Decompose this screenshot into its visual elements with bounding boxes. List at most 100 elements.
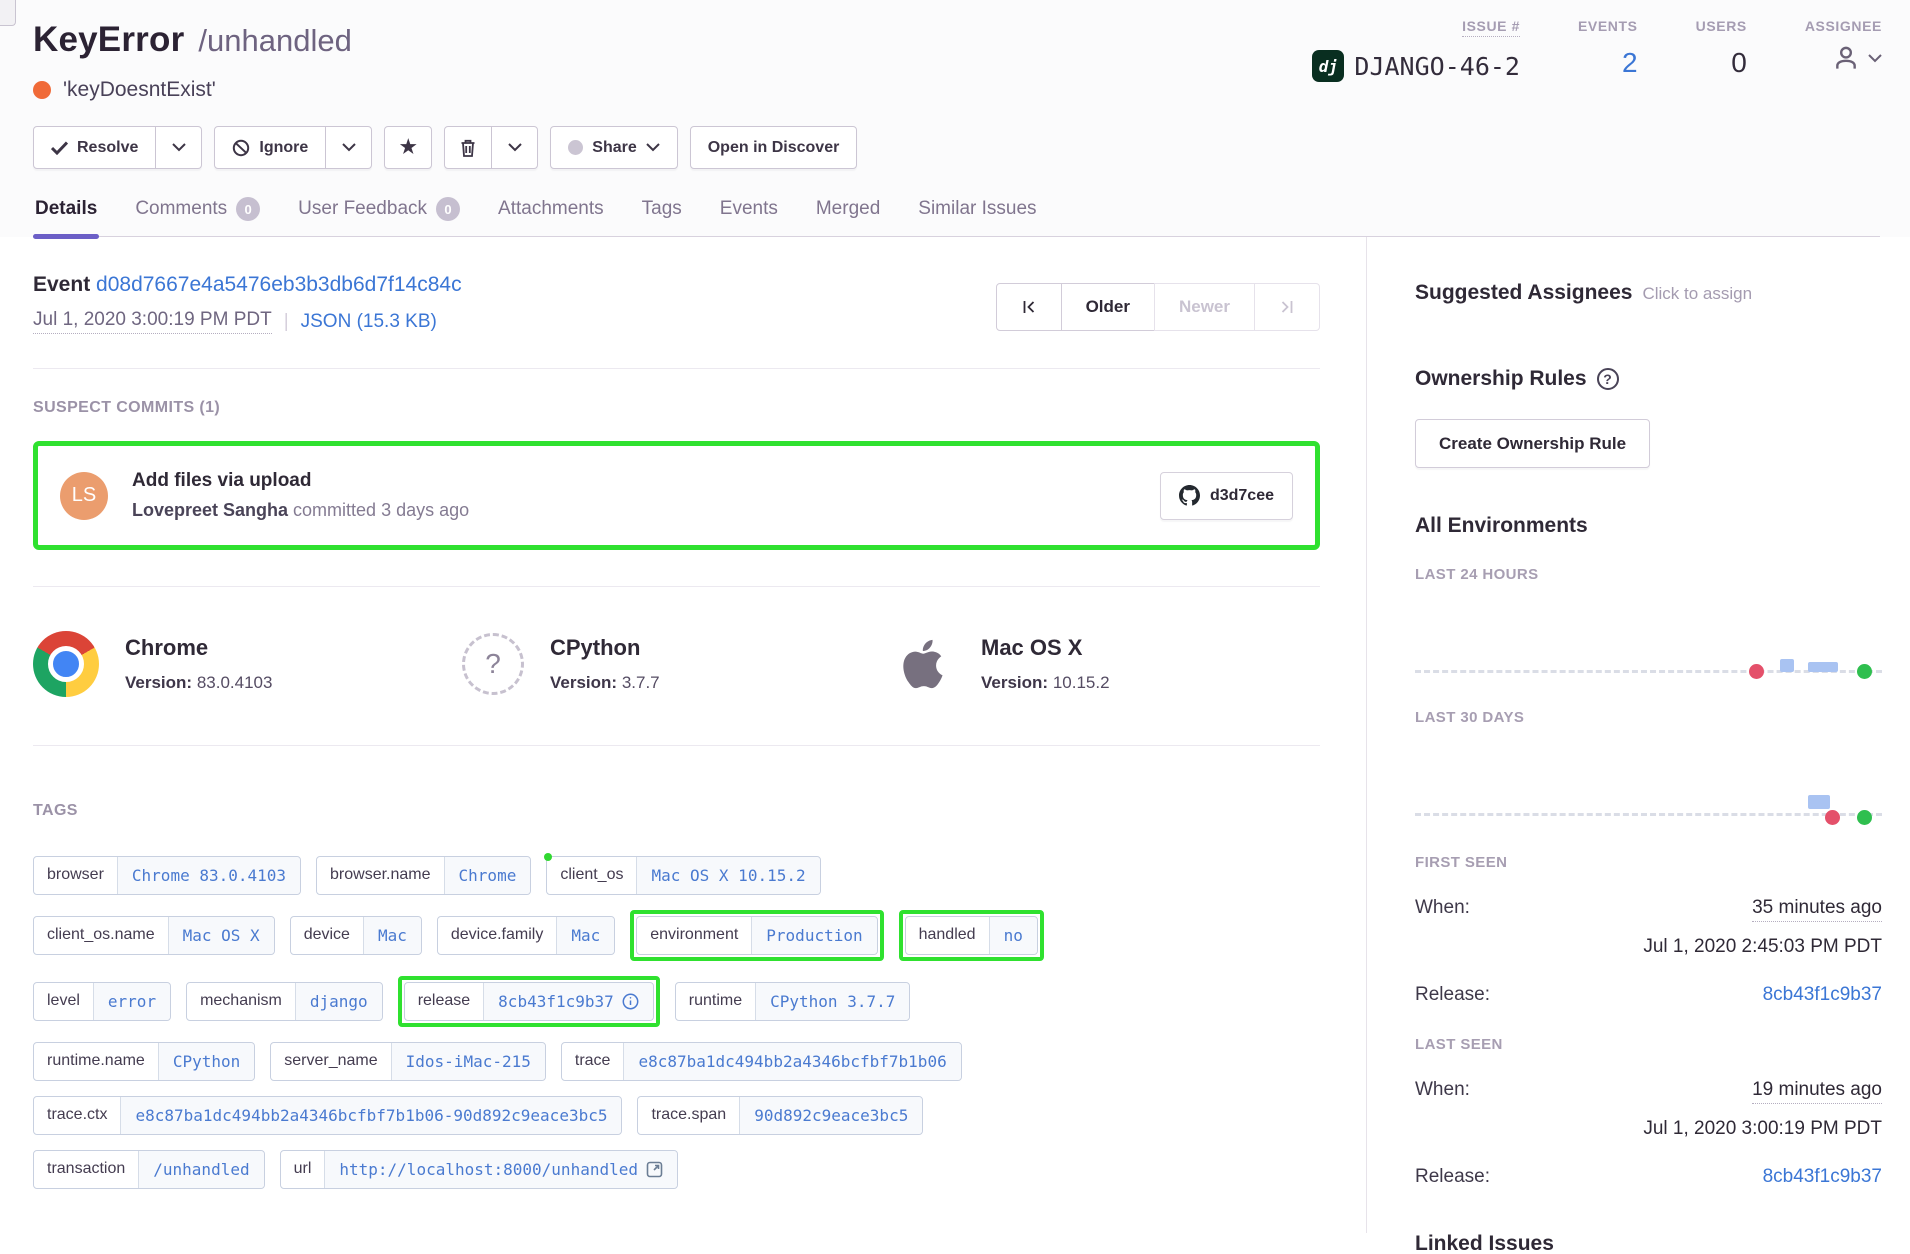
tag-trace-ctx[interactable]: trace.ctxe8c87ba1dc494bb2a4346bcfbf7b1b0… (33, 1096, 622, 1135)
tag-client-os[interactable]: client_osMac OS X 10.15.2 (546, 856, 820, 895)
event-bar (1808, 795, 1830, 809)
context-version: Version: 3.7.7 (550, 673, 660, 693)
stat-events: EVENTS 2 (1578, 18, 1638, 82)
oldest-event-button[interactable] (996, 283, 1062, 331)
highlight-box: handledno (899, 910, 1044, 961)
mute-icon (232, 139, 250, 157)
last-seen-date: Jul 1, 2020 3:00:19 PM PDT (1415, 1118, 1882, 1140)
tag-level[interactable]: levelerror (33, 982, 171, 1021)
tab-similar-issues[interactable]: Similar Issues (918, 197, 1036, 236)
tag-runtime-name[interactable]: runtime.nameCPython (33, 1042, 255, 1081)
chrome-icon (33, 631, 99, 697)
delete-dropdown-button[interactable] (492, 126, 538, 169)
older-event-button[interactable]: Older (1061, 283, 1155, 331)
commit-author-name: Lovepreet Sangha (132, 500, 288, 520)
suspect-commits-section: SUSPECT COMMITS (1) LS Add files via upl… (33, 369, 1320, 587)
linked-issues-heading: Linked Issues (1415, 1232, 1882, 1254)
tag-release[interactable]: release 8cb43f1c9b37 (404, 982, 654, 1021)
users-count[interactable]: 0 (1731, 47, 1747, 79)
tab-details[interactable]: Details (35, 197, 97, 236)
tab-comments[interactable]: Comments0 (135, 197, 260, 236)
last-seen-marker-icon (1857, 810, 1872, 825)
feedback-count-badge: 0 (436, 197, 460, 221)
tag-device[interactable]: deviceMac (290, 916, 422, 955)
info-icon (622, 993, 639, 1010)
star-icon: ★ (400, 136, 417, 159)
stat-issue-number: ISSUE # dj DJANGO-46-2 (1312, 18, 1520, 82)
context-version: Version: 83.0.4103 (125, 673, 272, 693)
ignore-dropdown-button[interactable] (326, 126, 372, 169)
tag-runtime[interactable]: runtimeCPython 3.7.7 (675, 982, 911, 1021)
tag-server-name[interactable]: server_nameIdos-iMac-215 (270, 1042, 546, 1081)
context-browser: Chrome Version: 83.0.4103 (33, 629, 462, 699)
events-label: EVENTS (1578, 18, 1638, 34)
bookmark-star-button[interactable]: ★ (384, 126, 432, 169)
issue-header: KeyError /unhandled 'keyDoesntExist' ISS… (0, 0, 1910, 237)
tag-trace[interactable]: tracee8c87ba1dc494bb2a4346bcfbf7b1b06 (561, 1042, 962, 1081)
context-name: Mac OS X (981, 635, 1110, 661)
tag-url[interactable]: url http://localhost:8000/unhandled (280, 1150, 678, 1189)
short-id: DJANGO-46-2 (1354, 52, 1520, 81)
commit-meta: Lovepreet Sangha committed 3 days ago (132, 500, 1136, 521)
share-privacy-dot-icon (568, 140, 583, 155)
first-seen-date: Jul 1, 2020 2:45:03 PM PDT (1415, 936, 1882, 958)
release-label: Release: (1415, 984, 1490, 1006)
tab-events[interactable]: Events (720, 197, 778, 236)
delete-button[interactable] (444, 126, 492, 169)
last-24-hours-label: LAST 24 HOURS (1415, 566, 1882, 583)
first-seen-marker-icon (1825, 810, 1840, 825)
event-json-link[interactable]: JSON (15.3 KB) (301, 311, 437, 333)
tag-trace-span[interactable]: trace.span90d892c9eace3bc5 (637, 1096, 923, 1135)
chevron-down-icon (508, 143, 522, 152)
window-corner-artifact (0, 0, 16, 26)
tag-client-os-name[interactable]: client_os.nameMac OS X (33, 916, 275, 955)
tag-mechanism[interactable]: mechanismdjango (186, 982, 383, 1021)
suggested-assignees-heading: Suggested AssigneesClick to assign (1415, 281, 1882, 305)
first-seen-relative: 35 minutes ago (1752, 897, 1882, 922)
help-icon[interactable]: ? (1597, 368, 1619, 390)
person-icon (1830, 42, 1862, 74)
release-label: Release: (1415, 1166, 1490, 1188)
stat-users: USERS 0 (1696, 18, 1747, 82)
tag-handled[interactable]: handledno (905, 916, 1038, 955)
error-level-dot (33, 81, 51, 99)
delete-button-group (444, 126, 538, 169)
when-label: When: (1415, 1079, 1470, 1101)
apple-icon (891, 629, 955, 699)
tab-user-feedback[interactable]: User Feedback0 (298, 197, 460, 236)
commit-sha-button[interactable]: d3d7cee (1160, 472, 1293, 520)
event-id-link[interactable]: d08d7667e4a5476eb3b3db6d7f14c84c (96, 273, 462, 296)
resolve-button[interactable]: Resolve (33, 126, 156, 169)
event-navigation: Older Newer (996, 283, 1320, 331)
events-count[interactable]: 2 (1622, 47, 1638, 79)
tags-heading: TAGS (33, 802, 1320, 820)
click-to-assign-hint: Click to assign (1642, 284, 1752, 303)
create-ownership-rule-button[interactable]: Create Ownership Rule (1415, 419, 1650, 468)
divider-pipe: | (284, 311, 289, 333)
ignore-button[interactable]: Ignore (214, 126, 326, 169)
open-in-discover-button[interactable]: Open in Discover (690, 126, 858, 169)
ignore-button-group: Ignore (214, 126, 372, 169)
last-seen-release-link[interactable]: 8cb43f1c9b37 (1763, 1166, 1882, 1188)
tab-tags[interactable]: Tags (642, 197, 682, 236)
resolve-dropdown-button[interactable] (156, 126, 202, 169)
assignee-dropdown[interactable] (1830, 42, 1882, 74)
share-button[interactable]: Share (550, 126, 677, 169)
commit-sha: d3d7cee (1210, 487, 1274, 505)
last-seen-heading: LAST SEEN (1415, 1036, 1882, 1053)
event-timestamp: Jul 1, 2020 3:00:19 PM PDT (33, 309, 272, 334)
tag-device-family[interactable]: device.familyMac (437, 916, 615, 955)
tab-merged[interactable]: Merged (816, 197, 880, 236)
tag-browser-name[interactable]: browser.nameChrome (316, 856, 531, 895)
main-column: Event d08d7667e4a5476eb3b3db6d7f14c84c J… (0, 237, 1366, 1233)
first-seen-release-link[interactable]: 8cb43f1c9b37 (1763, 984, 1882, 1006)
commit-author-avatar: LS (60, 472, 108, 520)
tag-environment[interactable]: environmentProduction (636, 916, 877, 955)
event-label: Event (33, 273, 90, 296)
tab-attachments[interactable]: Attachments (498, 197, 604, 236)
tag-row: levelerror mechanismdjango release 8cb43… (33, 976, 1320, 1027)
tag-browser[interactable]: browserChrome 83.0.4103 (33, 856, 301, 895)
tag-transaction[interactable]: transaction/unhandled (33, 1150, 265, 1189)
issue-culprit-path: /unhandled (198, 23, 351, 59)
event-id-block: Event d08d7667e4a5476eb3b3db6d7f14c84c J… (33, 273, 462, 334)
